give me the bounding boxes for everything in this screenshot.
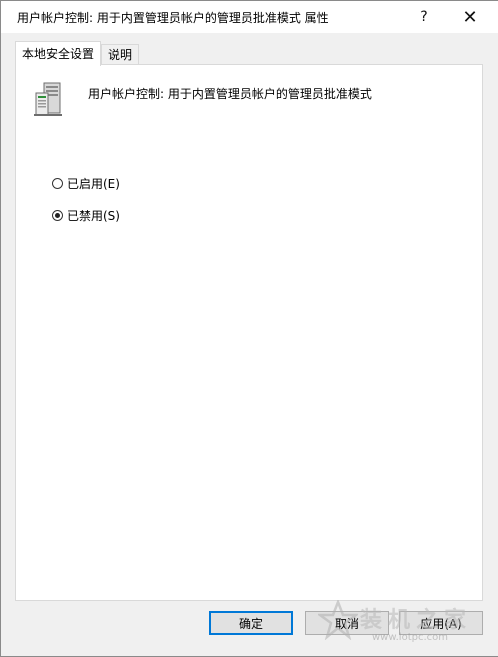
tab-local-security-setting[interactable]: 本地安全设置 xyxy=(15,41,102,66)
properties-dialog: 用户帐户控制: 用于内置管理员帐户的管理员批准模式 属性 ? ✕ 本地安全设置 … xyxy=(0,0,498,657)
enabled-label: 已启用(E) xyxy=(67,176,120,191)
policy-title: 用户帐户控制: 用于内置管理员帐户的管理员批准模式 xyxy=(88,87,372,101)
tab-explain[interactable]: 说明 xyxy=(101,44,140,66)
disabled-radio[interactable] xyxy=(52,209,63,221)
disabled-radio-option[interactable]: 已禁用(S) xyxy=(52,206,120,224)
help-button[interactable]: ? xyxy=(401,1,447,33)
ok-button[interactable]: 确定 xyxy=(209,611,293,635)
apply-button[interactable]: 应用(A) xyxy=(399,611,483,635)
enabled-radio[interactable] xyxy=(52,177,63,189)
enabled-radio-option[interactable]: 已启用(E) xyxy=(52,174,120,192)
cancel-button[interactable]: 取消 xyxy=(305,611,389,635)
title-bar[interactable]: 用户帐户控制: 用于内置管理员帐户的管理员批准模式 属性 ? ✕ xyxy=(1,1,498,33)
server-icon xyxy=(34,82,62,116)
tab-panel: 用户帐户控制: 用于内置管理员帐户的管理员批准模式 已启用(E) 已禁用(S) xyxy=(15,64,483,601)
help-icon: ? xyxy=(420,9,428,25)
disabled-label: 已禁用(S) xyxy=(67,208,120,223)
close-button[interactable]: ✕ xyxy=(447,1,493,33)
close-icon: ✕ xyxy=(462,6,478,28)
dialog-title: 用户帐户控制: 用于内置管理员帐户的管理员批准模式 属性 xyxy=(17,11,329,25)
